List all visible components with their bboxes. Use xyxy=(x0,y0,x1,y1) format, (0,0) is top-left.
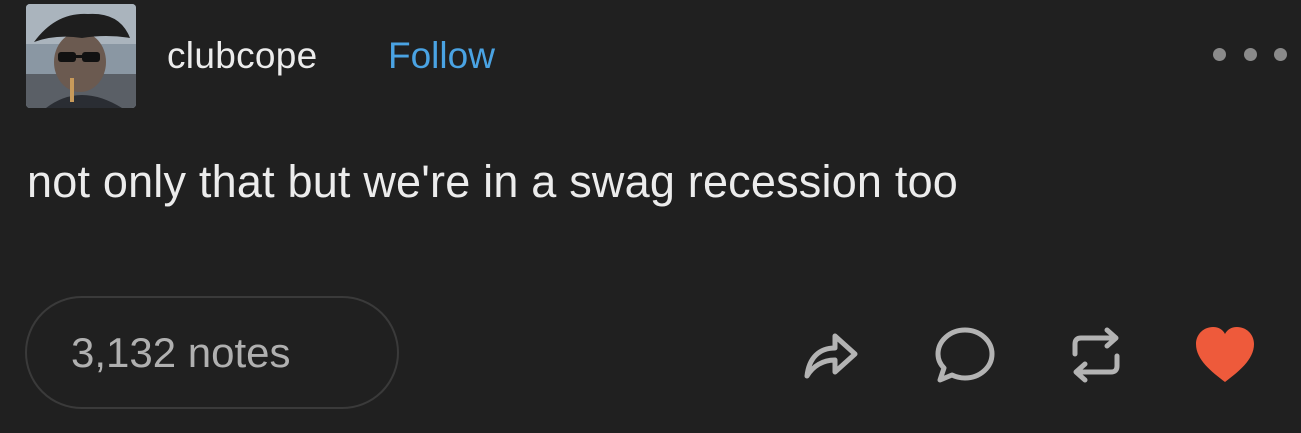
post-card: clubcope Follow not only that but we're … xyxy=(0,0,1301,433)
notes-count: 3,132 notes xyxy=(71,328,291,376)
avatar-image xyxy=(26,4,136,108)
share-icon[interactable] xyxy=(797,322,863,388)
post-body-text: not only that but we're in a swag recess… xyxy=(27,156,959,207)
more-dot xyxy=(1213,47,1226,61)
more-options-icon[interactable] xyxy=(1213,44,1287,64)
more-dot xyxy=(1243,47,1257,61)
username[interactable]: clubcope xyxy=(167,34,318,78)
reply-icon[interactable] xyxy=(932,322,998,388)
avatar[interactable] xyxy=(26,4,136,108)
notes-button[interactable]: 3,132 notes xyxy=(25,296,399,409)
heart-icon[interactable] xyxy=(1192,322,1258,388)
follow-button[interactable]: Follow xyxy=(388,34,495,78)
more-dot xyxy=(1274,47,1287,61)
reblog-icon[interactable] xyxy=(1063,322,1129,388)
